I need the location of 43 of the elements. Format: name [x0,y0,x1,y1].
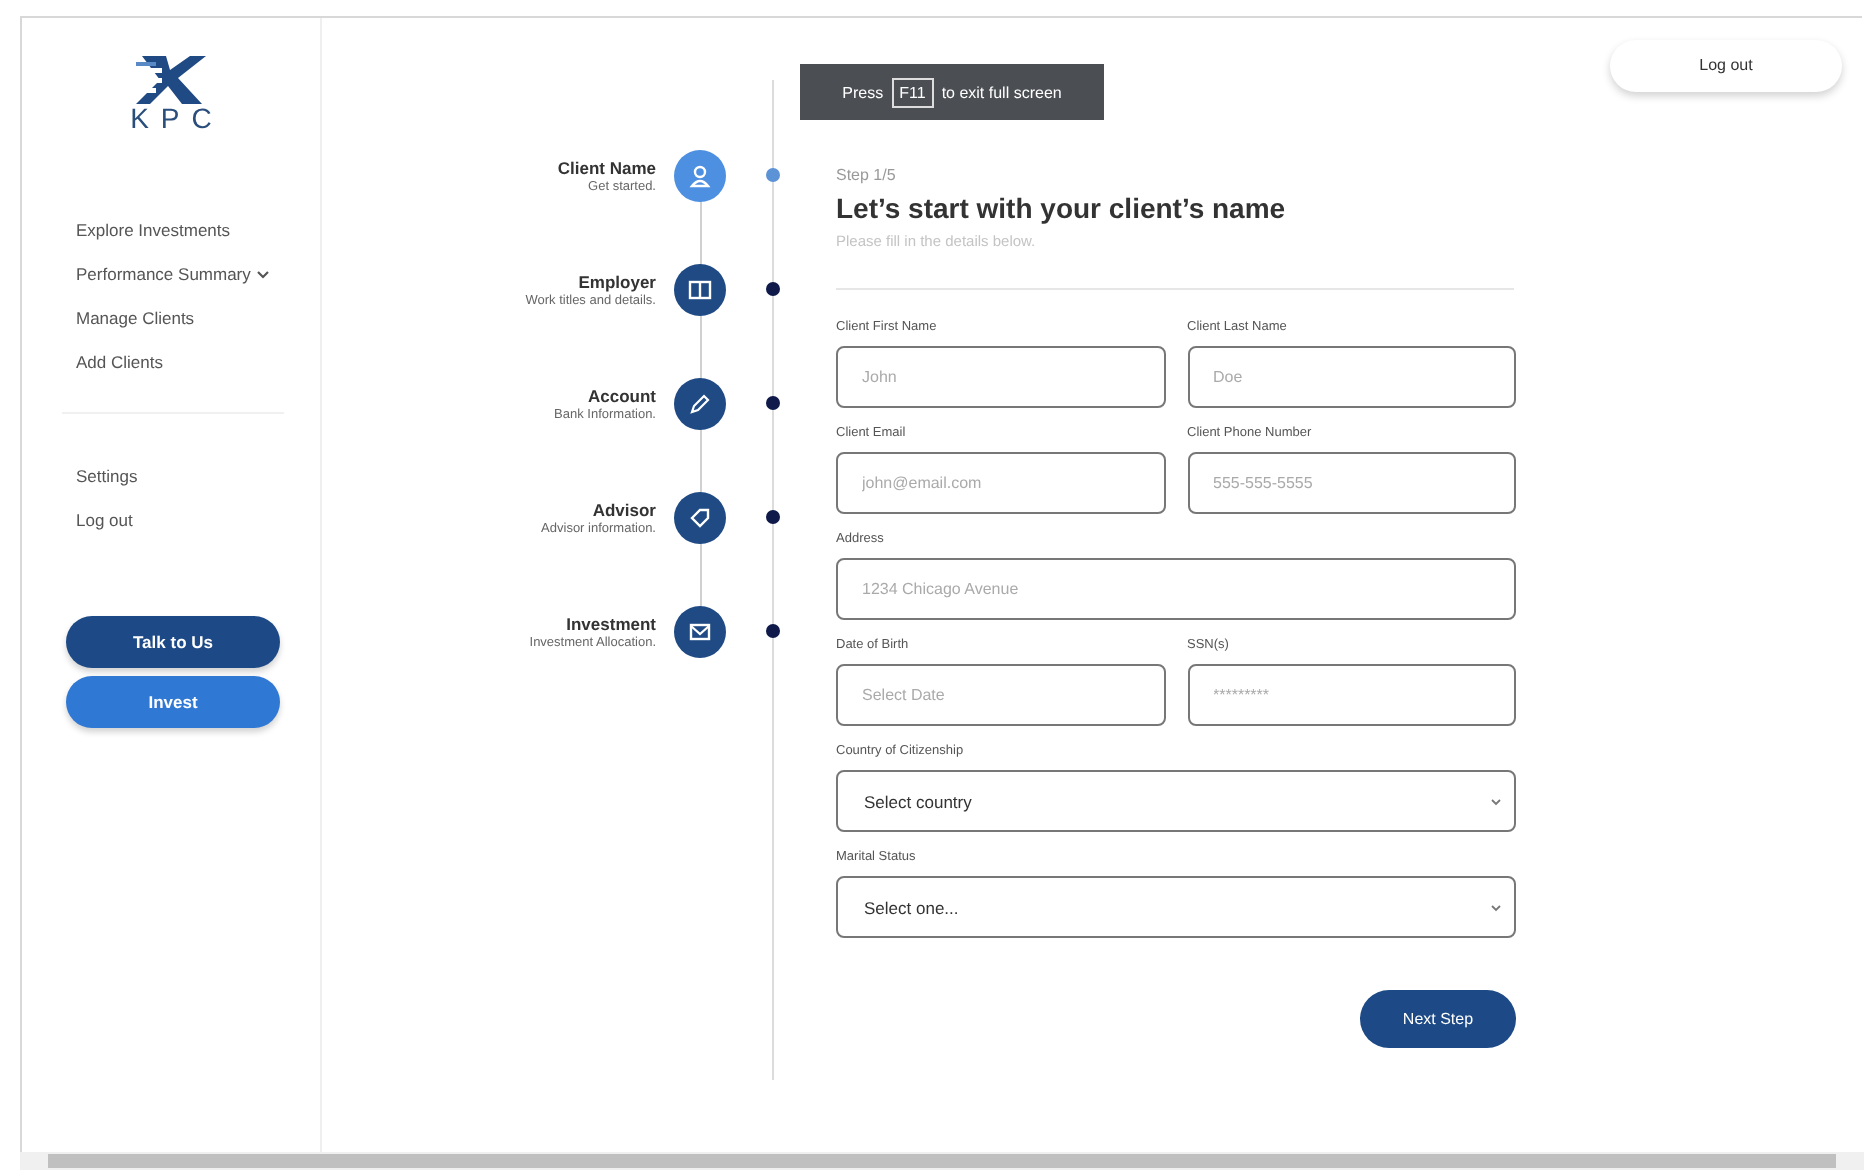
input-field[interactable]: John [836,346,1165,408]
form-title: Let’s start with your client’s name [836,192,1288,224]
book-icon [686,275,714,303]
invest-button[interactable]: Invest [66,676,280,728]
tag-icon [686,503,714,531]
person-icon [686,161,714,189]
step-title: Employer [578,271,656,291]
select-field[interactable]: Select one... [836,876,1516,938]
step-counter: Step 1/5 [836,166,898,184]
next-step-button[interactable]: Next Step [1360,990,1516,1048]
logo-icon [134,56,207,104]
input-field[interactable]: 555-555-5555 [1187,452,1516,514]
input-field[interactable]: john@email.com [836,452,1165,514]
step-button[interactable] [674,263,726,315]
logout-button[interactable]: Log out [1610,40,1842,92]
step-button[interactable] [674,377,726,429]
logo-text: KPC [130,104,224,132]
chevron-down-icon [1490,797,1502,805]
key-cap: F11 [891,77,934,107]
notice-text: to exit full screen [941,83,1062,101]
nav-link[interactable]: Performance Summary [76,252,271,296]
nav-link[interactable]: Log out [76,498,133,542]
chevron-down-icon [1490,903,1502,911]
step-title: Account [588,385,656,405]
input-field[interactable]: ********* [1187,664,1516,726]
input-field[interactable]: 1234 Chicago Avenue [836,558,1516,620]
input-field[interactable]: Select Date [836,664,1165,726]
scrollbar-thumb[interactable] [48,1154,1836,1168]
step-button[interactable] [674,605,726,657]
select-field[interactable]: Select country [836,770,1516,832]
pen-icon [686,389,714,417]
step-button[interactable] [674,491,726,543]
notice-text: Press [842,83,884,101]
step-title: Client Name [557,157,656,177]
step-title: Investment [566,613,656,633]
input-field[interactable]: Doe [1187,346,1516,408]
nav-link[interactable]: Settings [76,454,138,498]
nav-link[interactable]: Add Clients [76,340,163,384]
nav-link[interactable]: Explore Investments [76,208,231,252]
talk-button[interactable]: Talk to Us [66,616,280,668]
step-title: Advisor [592,499,656,519]
nav-link[interactable]: Manage Clients [76,296,195,340]
chevron-down-icon [256,269,271,279]
